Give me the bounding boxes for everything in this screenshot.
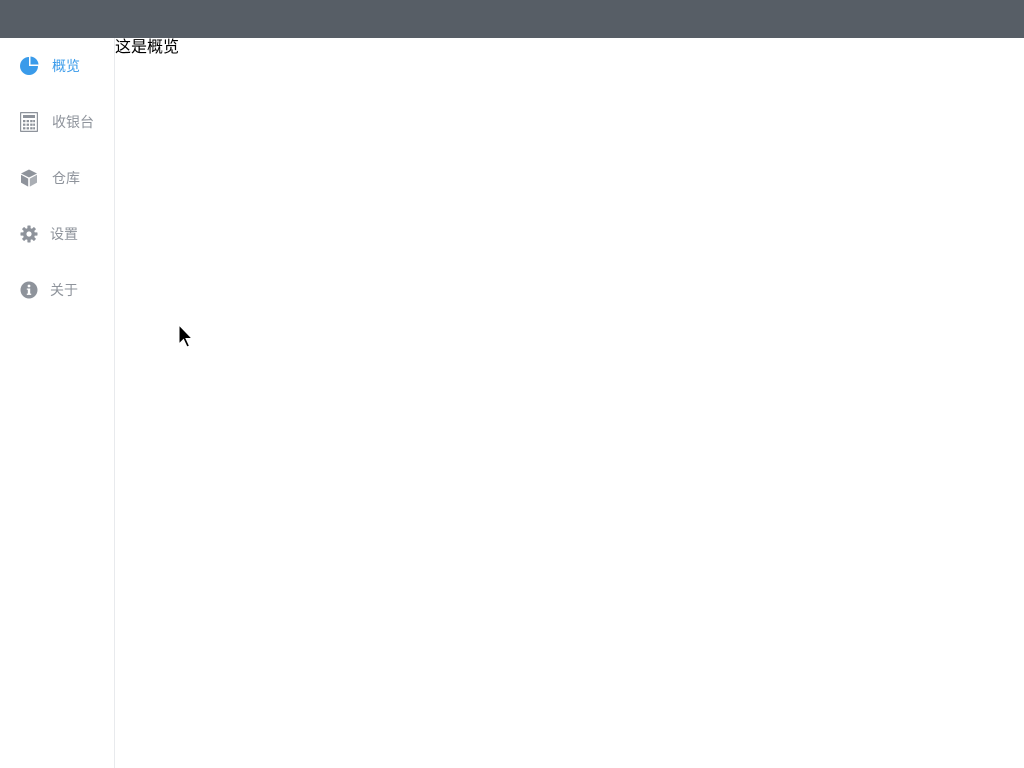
sidebar-item-label: 关于	[50, 283, 78, 299]
calculator-icon	[19, 112, 39, 132]
overview-text: 这是概览	[115, 37, 180, 56]
sidebar-nav: 概览 收银台 仓库 设置 关于	[0, 38, 115, 768]
gear-icon	[19, 224, 39, 244]
sidebar-item-cashier[interactable]: 收银台	[0, 102, 114, 142]
pie-chart-icon	[19, 56, 39, 76]
cube-icon	[19, 168, 39, 188]
info-icon	[19, 280, 39, 300]
sidebar-item-about[interactable]: 关于	[0, 270, 114, 310]
sidebar-item-settings[interactable]: 设置	[0, 214, 114, 254]
sidebar-item-label: 收银台	[52, 115, 94, 131]
sidebar-item-label: 仓库	[52, 171, 80, 187]
sidebar-item-label: 概览	[52, 59, 80, 75]
sidebar-item-label: 设置	[50, 227, 78, 243]
top-bar	[0, 0, 1024, 38]
sidebar-item-overview[interactable]: 概览	[0, 46, 114, 86]
sidebar-item-warehouse[interactable]: 仓库	[0, 158, 114, 198]
main-content: 这是概览	[115, 38, 1024, 768]
